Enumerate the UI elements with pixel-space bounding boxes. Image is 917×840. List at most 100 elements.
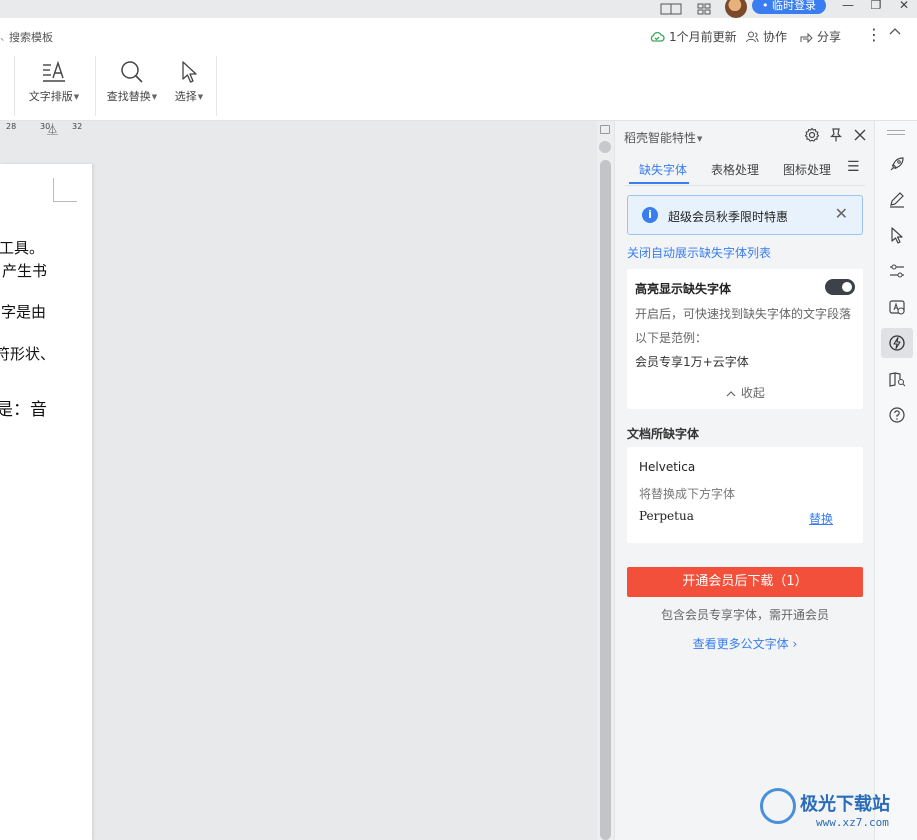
more-official-fonts-label: 查看更多公文字体 xyxy=(692,637,789,651)
watermark-text: 极光下载站 xyxy=(800,794,890,815)
collab-button[interactable]: 协作 xyxy=(745,28,787,45)
rail-grip xyxy=(887,130,905,131)
highlight-title: 高亮显示缺失字体 xyxy=(635,282,732,296)
pen-icon[interactable] xyxy=(881,184,913,214)
document-canvas: 工具。 产生书 字是由 符形状、 是：音 xyxy=(0,135,597,840)
share-button[interactable]: 分享 xyxy=(799,28,841,45)
divider xyxy=(625,185,865,186)
close-auto-list-link[interactable]: 关闭自动展示缺失字体列表 xyxy=(627,244,771,261)
more-official-fonts-link[interactable]: 查看更多公文字体 › xyxy=(615,635,875,652)
tab-table-processing[interactable]: 表格处理 xyxy=(711,161,759,178)
divider xyxy=(95,56,96,116)
divider xyxy=(216,56,217,116)
cloud-check-icon xyxy=(650,31,665,42)
temp-login-button[interactable]: • 临时登录 xyxy=(752,0,826,14)
document-page[interactable]: 工具。 产生书 字是由 符形状、 是：音 xyxy=(0,164,92,840)
close-notice-icon[interactable]: ✕ xyxy=(835,204,848,223)
select-tool[interactable]: 选择▼ xyxy=(170,58,208,104)
avatar[interactable] xyxy=(725,0,747,18)
more-menu-icon[interactable]: ⋮ xyxy=(866,25,882,44)
minimize-button[interactable]: — xyxy=(838,0,858,14)
example-label: 以下是范例： xyxy=(635,331,708,345)
margin-corner-mark xyxy=(53,178,77,202)
cursor-select-icon[interactable] xyxy=(881,220,913,250)
active-tab-indicator xyxy=(629,182,689,184)
highlight-toggle[interactable] xyxy=(825,279,855,295)
vip-note: 包含会员专享字体，需开通会员 xyxy=(660,608,829,622)
doc-text-line: 工具。 xyxy=(0,239,44,257)
smart-feature-panel: 稻壳智能特性▼ 缺失字体 表格处理 图标处理 ☰ i 超级会员秋季限时特惠 ✕ … xyxy=(614,121,874,840)
cursor-icon xyxy=(170,58,208,86)
collapse-label: 收起 xyxy=(740,386,765,400)
replace-link[interactable]: 替换 xyxy=(809,510,833,527)
tab-icon-processing[interactable]: 图标处理 xyxy=(783,161,831,178)
doc-text-line: 符形状、 xyxy=(0,345,55,363)
font-replace-icon[interactable] xyxy=(881,292,913,322)
update-status[interactable]: 1个月前更新 xyxy=(649,28,737,45)
find-replace-label: 查找替换 xyxy=(106,90,151,103)
ribbon-toolbar: 、 搜索模板 1个月前更新 协作 分享 ⋮ 文字排版▼ 查找替换▼ 选择▼ xyxy=(0,18,917,121)
collapse-ribbon-icon[interactable] xyxy=(888,26,902,36)
select-label: 选择 xyxy=(174,90,197,103)
highlight-desc: 开启后，可快速找到缺失字体的文字段落 xyxy=(635,307,852,321)
page-thumbnail-icon[interactable] xyxy=(600,125,610,134)
tabs-menu-icon[interactable]: ☰ xyxy=(847,159,860,175)
rocket-icon[interactable] xyxy=(881,149,913,179)
close-panel-icon[interactable] xyxy=(852,127,868,143)
close-window-button[interactable]: ✕ xyxy=(894,0,914,14)
people-icon xyxy=(746,31,759,42)
scroll-thumb[interactable] xyxy=(600,160,611,840)
missing-font-name: Helvetica xyxy=(639,460,696,474)
text-layout-label: 文字排版 xyxy=(28,90,73,103)
promo-notice-text: 超级会员秋季限时特惠 xyxy=(668,210,789,224)
book-search-icon[interactable] xyxy=(881,364,913,394)
doc-text-line: 产生书 xyxy=(1,262,47,280)
scroll-up-button[interactable] xyxy=(599,141,611,153)
settings-gear-icon[interactable] xyxy=(804,127,820,143)
split-view-icon[interactable] xyxy=(660,0,682,18)
vertical-scrollbar[interactable] xyxy=(597,121,614,840)
share-icon xyxy=(800,32,813,43)
share-label: 分享 xyxy=(817,30,842,44)
magnifier-icon xyxy=(102,58,162,86)
find-replace-tool[interactable]: 查找替换▼ xyxy=(102,58,162,104)
search-template-link[interactable]: 搜索模板 xyxy=(9,29,53,45)
title-bar: • 临时登录 — ❐ ✕ xyxy=(0,0,917,18)
missing-font-card: Helvetica 将替换成下方字体 Perpetua 替换 xyxy=(627,447,863,543)
watermark-logo xyxy=(760,788,796,824)
collab-label: 协作 xyxy=(763,30,788,44)
restore-button[interactable]: ❐ xyxy=(866,0,886,14)
panel-tabs: 缺失字体 表格处理 图标处理 ☰ xyxy=(615,156,875,186)
ruler-tick: 32 xyxy=(72,122,83,131)
pin-icon[interactable] xyxy=(828,127,844,143)
doc-text-line: 字是由 xyxy=(0,303,46,321)
text-layout-icon xyxy=(24,58,84,86)
collapse-button[interactable]: 收起 xyxy=(627,384,863,401)
chevron-up-icon xyxy=(726,391,736,397)
replace-note: 将替换成下方字体 xyxy=(639,487,736,501)
panel-title-dropdown[interactable]: 稻壳智能特性▼ xyxy=(624,129,702,146)
tab-missing-fonts[interactable]: 缺失字体 xyxy=(639,161,687,178)
doc-text-line: 是：音 xyxy=(0,400,47,420)
missing-fonts-heading: 文档所缺字体 xyxy=(627,427,700,441)
panel-title: 稻壳智能特性 xyxy=(624,131,697,145)
sliders-icon[interactable] xyxy=(881,256,913,286)
highlight-card: 高亮显示缺失字体 开启后，可快速找到缺失字体的文字段落 以下是范例： 会员专享1… xyxy=(627,269,863,409)
replacement-font-name: Perpetua xyxy=(639,509,694,523)
divider xyxy=(14,56,15,116)
rail-grip xyxy=(887,134,905,135)
help-icon[interactable] xyxy=(881,400,913,430)
text-layout-tool[interactable]: 文字排版▼ xyxy=(24,58,84,104)
horizontal-ruler[interactable]: 28 30 ⏅ 32 xyxy=(0,121,597,136)
right-tool-rail xyxy=(874,121,917,840)
update-status-label: 1个月前更新 xyxy=(669,30,737,44)
promo-notice[interactable]: i 超级会员秋季限时特惠 ✕ xyxy=(627,195,863,235)
download-after-vip-button[interactable]: 开通会员后下载（1） xyxy=(627,567,863,597)
example-text: 会员专享1万+云字体 xyxy=(635,355,749,369)
smart-feature-icon[interactable] xyxy=(881,328,913,358)
watermark-url: www.xz7.com xyxy=(816,816,889,829)
apps-grid-icon[interactable] xyxy=(697,0,711,18)
site-watermark: 极光下载站 www.xz7.com xyxy=(756,786,917,840)
info-icon: i xyxy=(642,207,658,223)
ruler-tick: 28 xyxy=(6,122,17,131)
